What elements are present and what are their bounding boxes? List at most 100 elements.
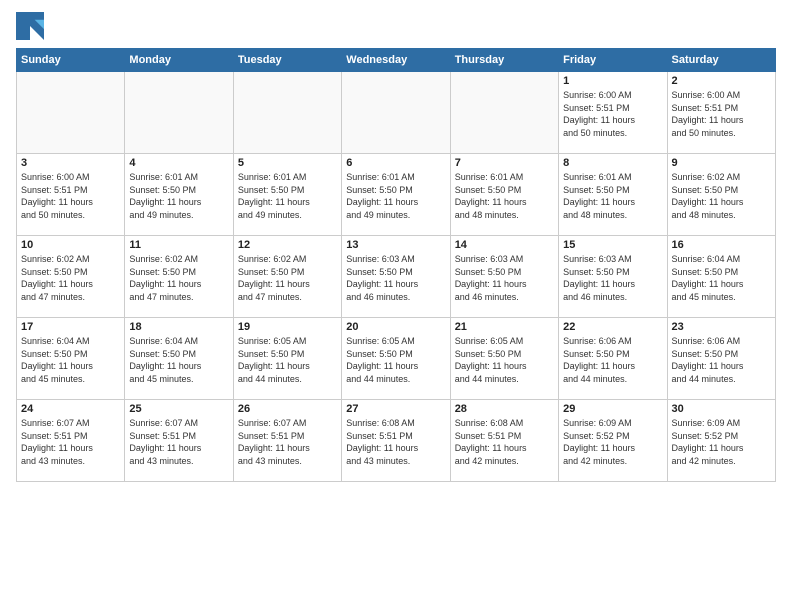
weekday-header-thursday: Thursday [450,49,558,72]
calendar-cell: 21 Sunrise: 6:05 AM Sunset: 5:50 PM Dayli… [450,318,558,400]
calendar-cell: 3 Sunrise: 6:00 AM Sunset: 5:51 PM Daylig… [17,154,125,236]
day-number: 17 [21,321,120,333]
cell-info: Sunrise: 6:03 AM Sunset: 5:50 PM Dayligh… [455,253,554,303]
calendar-cell [342,72,450,154]
calendar-cell: 5 Sunrise: 6:01 AM Sunset: 5:50 PM Daylig… [233,154,341,236]
cell-info: Sunrise: 6:09 AM Sunset: 5:52 PM Dayligh… [672,417,771,467]
calendar-cell: 23 Sunrise: 6:06 AM Sunset: 5:50 PM Dayli… [667,318,775,400]
weekday-header-saturday: Saturday [667,49,775,72]
calendar-cell: 24Sunrise: 6:07 AM Sunset: 5:51 PM Dayli… [17,400,125,482]
day-number: 11 [129,239,228,251]
day-number: 23 [672,321,771,333]
calendar-cell: 13 Sunrise: 6:03 AM Sunset: 5:50 PM Dayli… [342,236,450,318]
day-number: 14 [455,239,554,251]
day-number: 16 [672,239,771,251]
day-number: 7 [455,157,554,169]
cell-info: Sunrise: 6:01 AM Sunset: 5:50 PM Dayligh… [563,171,662,221]
day-number: 6 [346,157,445,169]
cell-info: Sunrise: 6:05 AM Sunset: 5:50 PM Dayligh… [455,335,554,385]
calendar-cell [450,72,558,154]
day-number: 20 [346,321,445,333]
calendar-cell: 10 Sunrise: 6:02 AM Sunset: 5:50 PM Dayli… [17,236,125,318]
calendar-cell: 12 Sunrise: 6:02 AM Sunset: 5:50 PM Dayli… [233,236,341,318]
cell-info: Sunrise: 6:09 AM Sunset: 5:52 PM Dayligh… [563,417,662,467]
day-number: 19 [238,321,337,333]
calendar-cell: 14 Sunrise: 6:03 AM Sunset: 5:50 PM Dayli… [450,236,558,318]
cell-info: Sunrise: 6:03 AM Sunset: 5:50 PM Dayligh… [346,253,445,303]
day-number: 5 [238,157,337,169]
calendar-cell: 11 Sunrise: 6:02 AM Sunset: 5:50 PM Dayli… [125,236,233,318]
day-number: 13 [346,239,445,251]
calendar-cell: 1 Sunrise: 6:00 AM Sunset: 5:51 PM Daylig… [559,72,667,154]
weekday-header-monday: Monday [125,49,233,72]
calendar-cell: 16 Sunrise: 6:04 AM Sunset: 5:50 PM Dayli… [667,236,775,318]
calendar-cell: 27Sunrise: 6:08 AM Sunset: 5:51 PM Dayli… [342,400,450,482]
calendar-cell [125,72,233,154]
day-number: 12 [238,239,337,251]
calendar-cell: 20 Sunrise: 6:05 AM Sunset: 5:50 PM Dayli… [342,318,450,400]
cell-info: Sunrise: 6:06 AM Sunset: 5:50 PM Dayligh… [563,335,662,385]
calendar-cell: 25Sunrise: 6:07 AM Sunset: 5:51 PM Dayli… [125,400,233,482]
page: SundayMondayTuesdayWednesdayThursdayFrid… [0,0,792,612]
week-row-5: 24 Sunrise: 6:07 AM Sunset: 5:51 PM Dayli… [17,400,776,482]
cell-info: Sunrise: 6:01 AM Sunset: 5:50 PM Dayligh… [346,171,445,221]
calendar-cell: 8 Sunrise: 6:01 AM Sunset: 5:50 PM Daylig… [559,154,667,236]
calendar-cell: 15Sunrise: 6:03 AM Sunset: 5:50 PM Dayli… [559,236,667,318]
calendar-cell: 18Sunrise: 6:04 AM Sunset: 5:50 PM Dayli… [125,318,233,400]
calendar-cell: 6 Sunrise: 6:01 AM Sunset: 5:50 PM Daylig… [342,154,450,236]
calendar-cell: 2 Sunrise: 6:00 AM Sunset: 5:51 PM Daylig… [667,72,775,154]
weekday-header-row: SundayMondayTuesdayWednesdayThursdayFrid… [17,49,776,72]
calendar-cell: 19Sunrise: 6:05 AM Sunset: 5:50 PM Dayli… [233,318,341,400]
header [16,12,776,40]
day-number: 21 [455,321,554,333]
cell-info: Sunrise: 6:07 AM Sunset: 5:51 PM Dayligh… [238,417,337,467]
cell-info: Sunrise: 6:00 AM Sunset: 5:51 PM Dayligh… [21,171,120,221]
cell-info: Sunrise: 6:01 AM Sunset: 5:50 PM Dayligh… [455,171,554,221]
logo [16,12,48,40]
calendar-cell: 28 Sunrise: 6:08 AM Sunset: 5:51 PM Dayli… [450,400,558,482]
day-number: 2 [672,75,771,87]
day-number: 24 [21,403,120,415]
cell-info: Sunrise: 6:02 AM Sunset: 5:50 PM Dayligh… [129,253,228,303]
day-number: 3 [21,157,120,169]
cell-info: Sunrise: 6:08 AM Sunset: 5:51 PM Dayligh… [455,417,554,467]
day-number: 28 [455,403,554,415]
calendar-cell: 22 Sunrise: 6:06 AM Sunset: 5:50 PM Dayli… [559,318,667,400]
cell-info: Sunrise: 6:00 AM Sunset: 5:51 PM Dayligh… [563,89,662,139]
cell-info: Sunrise: 6:06 AM Sunset: 5:50 PM Dayligh… [672,335,771,385]
cell-info: Sunrise: 6:02 AM Sunset: 5:50 PM Dayligh… [21,253,120,303]
cell-info: Sunrise: 6:05 AM Sunset: 5:50 PM Dayligh… [346,335,445,385]
day-number: 22 [563,321,662,333]
weekday-header-sunday: Sunday [17,49,125,72]
cell-info: Sunrise: 6:01 AM Sunset: 5:50 PM Dayligh… [129,171,228,221]
weekday-header-wednesday: Wednesday [342,49,450,72]
cell-info: Sunrise: 6:02 AM Sunset: 5:50 PM Dayligh… [238,253,337,303]
calendar-cell: 4 Sunrise: 6:01 AM Sunset: 5:50 PM Daylig… [125,154,233,236]
calendar-table: SundayMondayTuesdayWednesdayThursdayFrid… [16,48,776,482]
calendar-cell [17,72,125,154]
day-number: 26 [238,403,337,415]
day-number: 10 [21,239,120,251]
cell-info: Sunrise: 6:00 AM Sunset: 5:51 PM Dayligh… [672,89,771,139]
cell-info: Sunrise: 6:02 AM Sunset: 5:50 PM Dayligh… [672,171,771,221]
calendar-cell: 29 Sunrise: 6:09 AM Sunset: 5:52 PM Dayli… [559,400,667,482]
cell-info: Sunrise: 6:08 AM Sunset: 5:51 PM Dayligh… [346,417,445,467]
week-row-3: 10 Sunrise: 6:02 AM Sunset: 5:50 PM Dayli… [17,236,776,318]
day-number: 1 [563,75,662,87]
calendar-cell [233,72,341,154]
weekday-header-friday: Friday [559,49,667,72]
calendar-cell: 30Sunrise: 6:09 AM Sunset: 5:52 PM Dayli… [667,400,775,482]
week-row-2: 3 Sunrise: 6:00 AM Sunset: 5:51 PM Daylig… [17,154,776,236]
day-number: 8 [563,157,662,169]
day-number: 4 [129,157,228,169]
cell-info: Sunrise: 6:04 AM Sunset: 5:50 PM Dayligh… [21,335,120,385]
day-number: 29 [563,403,662,415]
week-row-1: 1 Sunrise: 6:00 AM Sunset: 5:51 PM Daylig… [17,72,776,154]
logo-icon [16,12,44,40]
cell-info: Sunrise: 6:03 AM Sunset: 5:50 PM Dayligh… [563,253,662,303]
cell-info: Sunrise: 6:04 AM Sunset: 5:50 PM Dayligh… [672,253,771,303]
week-row-4: 17 Sunrise: 6:04 AM Sunset: 5:50 PM Dayli… [17,318,776,400]
cell-info: Sunrise: 6:04 AM Sunset: 5:50 PM Dayligh… [129,335,228,385]
calendar-cell: 7 Sunrise: 6:01 AM Sunset: 5:50 PM Daylig… [450,154,558,236]
cell-info: Sunrise: 6:01 AM Sunset: 5:50 PM Dayligh… [238,171,337,221]
